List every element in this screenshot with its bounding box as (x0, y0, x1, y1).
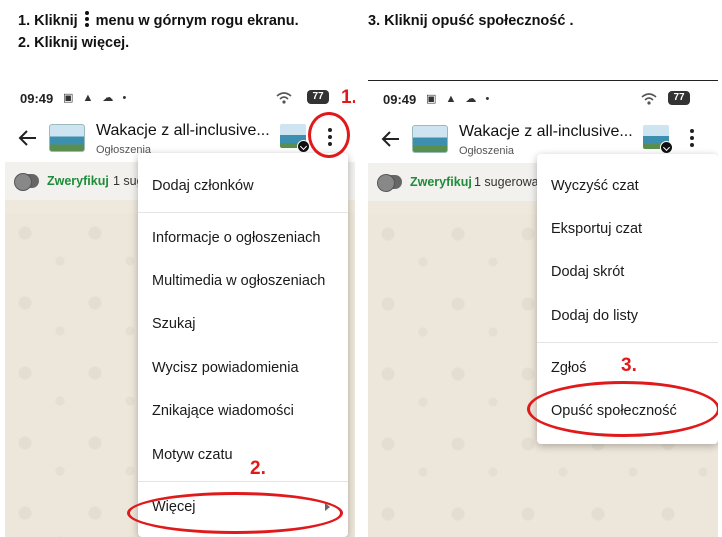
chevron-down-icon (660, 141, 673, 154)
back-arrow-icon[interactable] (17, 127, 39, 149)
menu-item-announcement-info[interactable]: Informacje o ogłoszeniach (138, 218, 348, 258)
annotation-label-step-1: 1. (341, 87, 355, 108)
menu-item-search[interactable]: Szukaj (138, 304, 348, 344)
annotation-label-step-3: 3. (621, 355, 637, 376)
wifi-icon (276, 92, 292, 104)
chat-title[interactable]: Wakacje z all-inclusive... (96, 122, 270, 140)
menu-divider (138, 212, 348, 213)
verify-link[interactable]: Zweryfikuj (47, 174, 109, 188)
menu-item-announcement-media[interactable]: Multimedia w ogłoszeniach (138, 261, 348, 301)
battery-icon: 77 (307, 90, 329, 104)
menu-item-chat-theme[interactable]: Motyw czatu (138, 435, 348, 475)
status-bar: 09:49 ▣ ▲ ☁ • 77 (368, 81, 718, 115)
group-avatar[interactable] (49, 124, 85, 152)
annotation-label-step-2: 2. (250, 458, 266, 479)
menu-item-add-shortcut[interactable]: Dodaj skrót (537, 252, 718, 292)
annotation-ring-step-1 (308, 112, 350, 158)
menu-item-add-to-list[interactable]: Dodaj do listy (537, 296, 718, 336)
menu-item-disappearing-messages[interactable]: Znikające wiadomości (138, 391, 348, 431)
tutorial-root: 1. Kliknij menu w górnym rogu ekranu. 2. … (0, 0, 722, 537)
annotation-ring-step-2 (127, 492, 343, 534)
chat-title[interactable]: Wakacje z all-inclusive... (459, 123, 633, 141)
instruction-step-3: 3. Kliknij opuść społeczność . (368, 13, 574, 29)
group-avatar[interactable] (412, 125, 448, 153)
toggle-icon[interactable] (377, 174, 402, 192)
status-icons: ▣ ▲ ☁ • (426, 93, 493, 105)
chat-subtitle: Ogłoszenia (459, 145, 515, 157)
wifi-icon (641, 93, 657, 105)
status-time: 09:49 (20, 91, 54, 106)
overflow-menu: Dodaj członków Informacje o ogłoszeniach… (138, 153, 348, 537)
instruction-step-1: 1. Kliknij menu w górnym rogu ekranu. (18, 10, 299, 32)
battery-icon: 77 (668, 91, 690, 105)
verify-suggestion-text: 1 sugerowa (474, 175, 539, 189)
menu-divider (138, 481, 348, 482)
community-thumbnail[interactable] (643, 125, 673, 154)
screenshot-main-menu: 09:49 ▣ ▲ ☁ • 77 Wakacje z all-inclusive… (5, 80, 355, 537)
screenshot-more-submenu: 09:49 ▣ ▲ ☁ • 77 Wakacje z all-inclusive… (368, 80, 718, 537)
menu-item-export-chat[interactable]: Eksportuj czat (537, 209, 718, 249)
menu-item-add-members[interactable]: Dodaj członków (138, 166, 348, 206)
menu-item-clear-chat[interactable]: Wyczyść czat (537, 166, 718, 206)
instruction-step-1-prefix: 1. Kliknij (18, 13, 78, 29)
kebab-menu-icon (84, 11, 90, 27)
status-icons: ▣ ▲ ☁ • (63, 92, 130, 104)
instructions-left: 1. Kliknij menu w górnym rogu ekranu. 2. … (18, 10, 299, 54)
toggle-icon[interactable] (14, 173, 39, 191)
instruction-step-1-suffix: menu w górnym rogu ekranu. (95, 13, 299, 29)
status-bar: 09:49 ▣ ▲ ☁ • 77 (5, 80, 355, 114)
community-thumbnail[interactable] (280, 124, 310, 153)
verify-link[interactable]: Zweryfikuj (410, 175, 472, 189)
instruction-step-2: 2. Kliknij więcej. (18, 35, 130, 51)
back-arrow-icon[interactable] (380, 128, 402, 150)
menu-divider (537, 342, 718, 343)
menu-item-mute-notifications[interactable]: Wycisz powiadomienia (138, 348, 348, 388)
annotation-ring-step-3 (527, 381, 718, 437)
status-time: 09:49 (383, 92, 417, 107)
kebab-menu-button[interactable] (688, 129, 696, 151)
